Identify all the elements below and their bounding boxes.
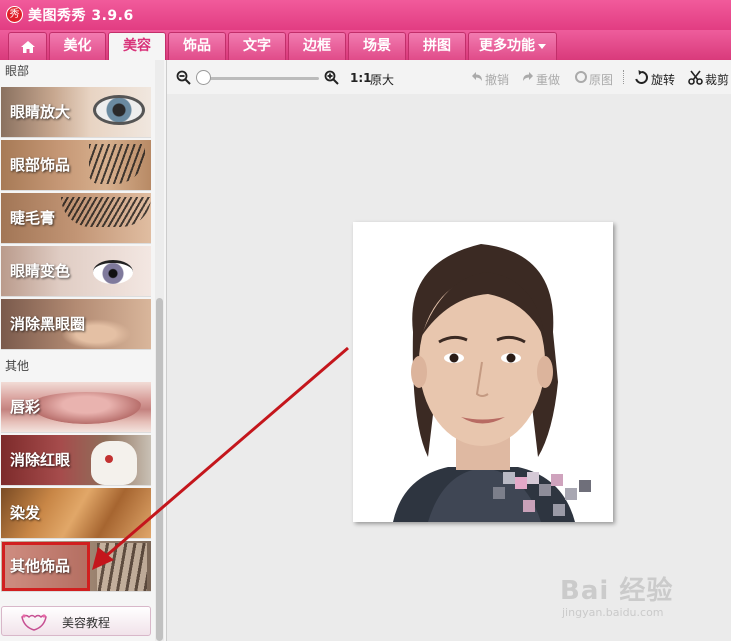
original-size-button[interactable]: 原大 [370, 71, 394, 88]
sidebar-item-eye-color[interactable]: 眼睛变色 [1, 246, 151, 297]
image-canvas [167, 94, 731, 641]
eye-thumbnail [93, 95, 145, 125]
sidebar-item-mascara[interactable]: 睫毛膏 [1, 193, 151, 244]
sidebar-item-label: 睫毛膏 [10, 209, 56, 227]
tab-label: 美容 [123, 38, 151, 54]
sidebar-item-other-accessories[interactable]: 其他饰品 [1, 541, 151, 592]
eye-color-thumbnail [93, 260, 133, 284]
sidebar-item-label: 其他饰品 [10, 557, 71, 575]
scrollbar-thumb[interactable] [156, 298, 163, 641]
sidebar-item-label: 眼睛变色 [10, 262, 71, 280]
original-icon[interactable] [574, 70, 588, 84]
tab-label: 美化 [63, 38, 92, 54]
watermark-url: jingyan.baidu.com [562, 606, 664, 619]
home-icon [20, 41, 35, 53]
tab-label: 场景 [363, 38, 391, 54]
tab-collage[interactable]: 拼图 [408, 32, 466, 60]
tab-label: 文字 [243, 38, 271, 54]
sidebar-item-remove-red-eye[interactable]: 消除红眼 [1, 435, 151, 486]
rabbit-thumbnail [91, 441, 137, 485]
tutorial-label: 美容教程 [62, 616, 111, 630]
app-window: 秀 美图秀秀 3.9.6 美化 美容 饰品 文字 边框 场景 拼图 更多功能 眼… [0, 0, 731, 641]
section-label-other: 其他 [5, 359, 30, 373]
tab-label: 边框 [303, 38, 331, 54]
tab-label: 饰品 [183, 38, 211, 54]
portrait-image [353, 222, 613, 522]
dropdown-caret-icon [538, 43, 546, 49]
sidebar-item-eye-accessories[interactable]: 眼部饰品 [1, 140, 151, 191]
tutorial-button[interactable]: 美容教程 [1, 606, 151, 636]
sidebar-scrollbar[interactable] [155, 60, 164, 641]
eyelash-thumbnail [89, 144, 145, 184]
title-bar: 秀 美图秀秀 3.9.6 [0, 0, 731, 30]
lip-thumbnail [31, 392, 141, 424]
crop-button[interactable]: 裁剪 [705, 71, 729, 88]
app-logo-icon: 秀 [6, 6, 23, 23]
tab-cosmetic[interactable]: 美容 [108, 32, 166, 60]
zoom-in-icon[interactable] [324, 70, 339, 85]
zoom-slider-thumb[interactable] [196, 70, 211, 85]
tab-beautify[interactable]: 美化 [49, 32, 106, 60]
tab-frame[interactable]: 边框 [288, 32, 346, 60]
sidebar-item-eye-enlarge[interactable]: 眼睛放大 [1, 87, 151, 138]
crop-icon[interactable] [688, 70, 703, 85]
toolbar-divider [623, 70, 624, 84]
watermark-text: Bai 经验 [560, 576, 674, 606]
portrait-photo[interactable] [353, 222, 613, 522]
sidebar-item-hair-dye[interactable]: 染发 [1, 488, 151, 539]
tab-label: 拼图 [423, 38, 451, 54]
zoom-out-icon[interactable] [176, 70, 191, 85]
original-image-button[interactable]: 原图 [589, 71, 613, 88]
tab-home[interactable] [8, 32, 47, 60]
zoom-slider-track[interactable] [203, 77, 319, 80]
sidebar-item-label: 眼睛放大 [10, 103, 71, 121]
sidebar-item-label: 唇彩 [10, 398, 41, 416]
sidebar-item-label: 消除红眼 [10, 451, 71, 469]
sidebar-item-lip-gloss[interactable]: 唇彩 [1, 382, 151, 433]
tab-more-features[interactable]: 更多功能 [468, 32, 557, 60]
tab-label: 更多功能 [479, 38, 535, 54]
section-label-eyes: 眼部 [5, 64, 30, 78]
undo-icon[interactable] [470, 70, 484, 84]
main-area: 1:1 原大 撤销 重做 原图 旋转 裁剪 [166, 60, 731, 641]
brushes-thumbnail [97, 543, 147, 591]
mascara-thumbnail [61, 197, 151, 227]
ratio-button[interactable]: 1:1 [350, 71, 372, 85]
redo-icon[interactable] [521, 70, 535, 84]
rotate-icon[interactable] [634, 70, 649, 85]
image-toolbar: 1:1 原大 撤销 重做 原图 旋转 裁剪 [167, 60, 731, 94]
tab-accessories[interactable]: 饰品 [168, 32, 226, 60]
sidebar: 眼部 眼睛放大 眼部饰品 睫毛膏 眼睛变色 消除黑眼圈 其他 唇彩 消除红眼 染… [0, 60, 166, 641]
redo-button[interactable]: 重做 [536, 71, 560, 88]
rotate-button[interactable]: 旋转 [651, 71, 675, 88]
sidebar-item-label: 染发 [10, 504, 41, 522]
undo-button[interactable]: 撤销 [485, 71, 509, 88]
tab-scene[interactable]: 场景 [348, 32, 406, 60]
tab-bar: 美化 美容 饰品 文字 边框 场景 拼图 更多功能 [0, 30, 731, 60]
sidebar-item-label: 消除黑眼圈 [10, 315, 86, 333]
tutorial-hands-icon [21, 614, 47, 631]
sidebar-item-label: 眼部饰品 [10, 156, 71, 174]
sidebar-item-remove-dark-circles[interactable]: 消除黑眼圈 [1, 299, 151, 350]
tab-text[interactable]: 文字 [228, 32, 286, 60]
app-title: 美图秀秀 3.9.6 [28, 8, 134, 24]
